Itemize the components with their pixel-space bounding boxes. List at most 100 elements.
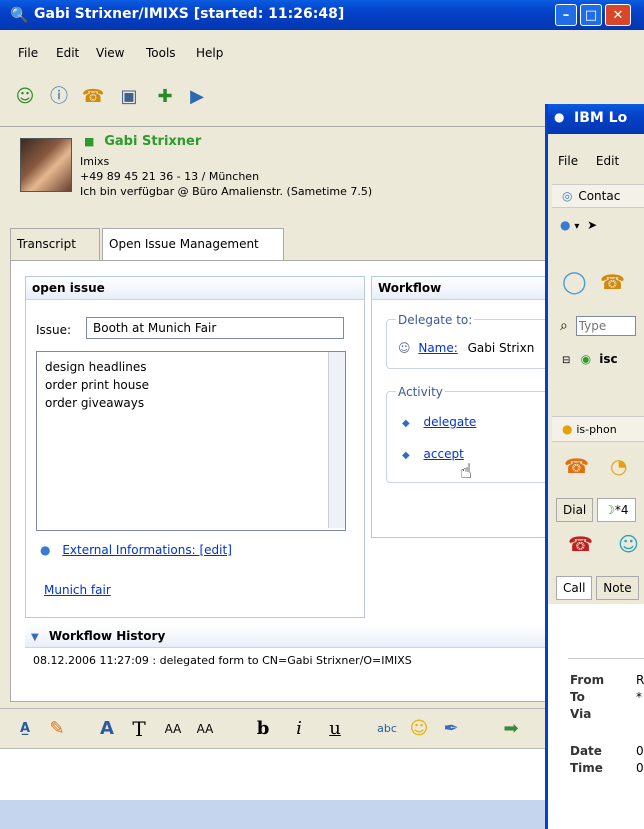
diamond-icon: ◆ — [402, 418, 410, 429]
menu-tools[interactable]: Tools — [146, 46, 176, 60]
call-active-icon: ☽ — [604, 503, 615, 517]
shrink-font-icon[interactable]: AA — [162, 718, 184, 740]
message-input[interactable] — [0, 748, 560, 801]
munich-fair-link[interactable]: Munich fair — [44, 583, 111, 597]
hand-cursor-icon: ☝ — [460, 459, 473, 483]
search-icon[interactable]: ⌕ — [560, 318, 568, 334]
minimize-button[interactable]: – — [555, 4, 577, 26]
menu-help[interactable]: Help — [196, 46, 223, 60]
bold-icon[interactable]: b — [252, 718, 274, 740]
emoticon-text-icon[interactable]: A̲ — [14, 718, 36, 740]
tab-transcript[interactable]: Transcript — [10, 228, 100, 260]
activity-delegate-row: ◆ delegate — [402, 415, 476, 429]
activity-accept-row: ◆ accept — [402, 447, 464, 461]
call-labels: From To Via Date Time — [570, 672, 604, 777]
task-item: design headlines — [45, 360, 147, 374]
delegate-label: Delegate to: — [396, 313, 475, 327]
grow-font-icon[interactable]: AA — [194, 718, 216, 740]
title-bar[interactable]: 🔍 Gabi Strixner/IMIXS [started: 11:26:48… — [0, 0, 644, 30]
smiley-icon[interactable]: ☺ — [408, 718, 430, 740]
tab-dial[interactable]: Dial — [556, 498, 594, 522]
hangup-icon[interactable]: ☎ — [568, 532, 593, 556]
chat-history-icon[interactable]: ▶ — [186, 86, 208, 108]
activity-label: Activity — [396, 385, 445, 399]
underline-icon[interactable]: u — [324, 718, 346, 740]
phone-icon[interactable]: ☎ — [564, 454, 589, 478]
menu-edit[interactable]: Edit — [56, 46, 79, 60]
help-icon[interactable]: ⓘ — [48, 86, 70, 108]
divider — [568, 658, 644, 659]
contacts-tab[interactable]: ◎ Contac — [552, 184, 644, 208]
spellcheck-icon[interactable]: abc — [376, 718, 398, 740]
contacts-icon[interactable]: ☺ — [14, 86, 36, 108]
chat-icon[interactable]: ◯ — [562, 270, 587, 295]
contact-group[interactable]: ⊟ ◉ isc — [562, 352, 618, 366]
tab-active-call[interactable]: ☽*4 — [597, 498, 636, 522]
send-icon[interactable]: ➤ — [587, 218, 597, 232]
contacts-icon: ◎ — [562, 189, 573, 203]
menu-view[interactable]: View — [96, 46, 124, 60]
diamond-icon: ◆ — [402, 450, 410, 461]
meeting-icon[interactable]: ▣ — [118, 86, 140, 108]
tab-notes[interactable]: Note — [596, 576, 639, 600]
scrollbar[interactable] — [328, 352, 345, 528]
collapse-arrow-icon[interactable]: ▼ — [31, 632, 39, 643]
lotus-menu-edit[interactable]: Edit — [596, 154, 619, 168]
status-icon[interactable]: ● — [560, 218, 570, 232]
collapse-icon[interactable]: ⊟ — [562, 355, 570, 366]
tasks-textarea[interactable]: design headlines order print house order… — [36, 351, 346, 531]
name-link[interactable]: Name: — [418, 341, 457, 355]
online-status-icon: ■ — [84, 135, 95, 148]
dropdown-icon[interactable]: ▾ — [574, 221, 579, 232]
call-icon[interactable]: ☎ — [82, 86, 104, 108]
workflow-history-header[interactable]: ▼ Workflow History — [25, 625, 571, 648]
pen-icon[interactable]: ✎ — [46, 718, 68, 740]
phone-tab[interactable]: ● is-phon — [552, 416, 644, 442]
add-contact-icon[interactable]: ✚ — [154, 86, 176, 108]
send-file-icon[interactable]: ➡ — [500, 718, 522, 740]
avatar — [20, 138, 72, 192]
call-icon[interactable]: ☎ — [600, 270, 625, 294]
link-icon[interactable]: ✒ — [440, 718, 462, 740]
lotus-title-bar[interactable]: ● IBM Lo — [548, 104, 644, 134]
format-toolbar: A̲ ✎ A T AA AA b i u abc ☺ ✒ ➡ — [0, 708, 560, 749]
lotus-tabs: Dial ☽*4 — [556, 498, 636, 522]
close-button[interactable]: ✕ — [605, 4, 631, 26]
search-input[interactable] — [575, 316, 636, 336]
people-icon: ☺ — [398, 341, 411, 355]
call-details: From To Via Date Time R * 0 0 — [548, 604, 644, 829]
date-value: 0 — [636, 744, 644, 758]
issue-input[interactable] — [86, 317, 344, 339]
font-color-icon[interactable]: A — [96, 718, 118, 740]
delegate-action-link[interactable]: delegate — [424, 415, 477, 429]
issue-label: Issue: — [36, 323, 72, 337]
tab-open-issue-management[interactable]: Open Issue Management — [102, 228, 284, 260]
external-info-row: ● External Informations: [edit] — [40, 543, 232, 557]
contact-company: Imixs — [80, 155, 110, 168]
clock-icon[interactable]: ◔ — [610, 454, 627, 478]
task-item: order giveaways — [45, 396, 145, 410]
menu-bar: File Edit View Tools Help — [0, 46, 644, 66]
time-value: 0 — [636, 761, 644, 775]
lotus-subtabs: Call Note — [556, 576, 639, 600]
external-info-link[interactable]: External Informations: [edit] — [62, 543, 232, 557]
lotus-sametime-window: ● IBM Lo File Edit ◎ Contac ● ▾ ➤ ◯ ☎ ⌕ … — [545, 104, 644, 829]
group-icon: ◉ — [580, 352, 592, 366]
contact-card: ■ Gabi Strixner — [84, 134, 201, 149]
task-item: order print house — [45, 378, 150, 392]
lotus-toolbar: ● ▾ ➤ — [560, 218, 597, 232]
menu-file[interactable]: File — [18, 46, 38, 60]
contact-phone: +49 89 45 21 36 - 13 / München — [80, 170, 260, 183]
lotus-menu-bar: File Edit — [558, 154, 619, 168]
tab-call[interactable]: Call — [556, 576, 593, 600]
from-label: From — [570, 673, 605, 687]
maximize-button[interactable]: □ — [580, 4, 602, 26]
lotus-menu-file[interactable]: File — [558, 154, 578, 168]
font-icon[interactable]: T — [128, 718, 150, 740]
contact-details: Imixs +49 89 45 21 36 - 13 / München Ich… — [80, 154, 372, 199]
italic-icon[interactable]: i — [288, 718, 310, 740]
transfer-icon[interactable]: ☺ — [618, 532, 639, 556]
history-entry: 08.12.2006 11:27:09 : delegated form to … — [33, 654, 412, 667]
via-label: Via — [570, 707, 592, 721]
accept-action-link[interactable]: accept — [424, 447, 464, 461]
